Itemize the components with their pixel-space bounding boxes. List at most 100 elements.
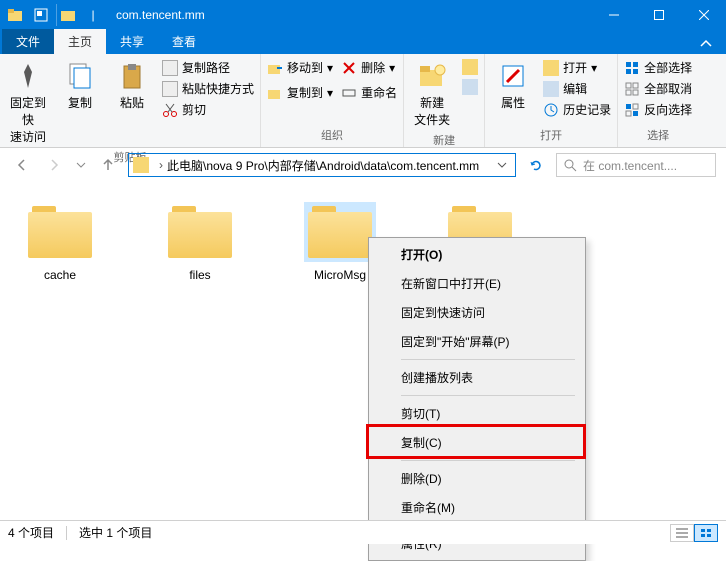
pin-to-quick-access-button[interactable]: 固定到快 速访问 [4,58,52,147]
up-button[interactable] [96,153,120,177]
group-open: 属性 打开 ▾ 编辑 历史记录 打开 [485,54,618,147]
maximize-button[interactable] [636,0,681,30]
pin-icon [12,60,44,92]
select-all-button[interactable]: 全部选择 [622,58,694,77]
group-clipboard: 固定到快 速访问 复制 粘贴 复制路径 粘贴快捷方式 剪切 剪贴板 [0,54,261,147]
qat-properties-button[interactable] [30,4,52,26]
copy-path-button[interactable]: 复制路径 [160,58,256,77]
history-icon [543,102,559,118]
window-title: com.tencent.mm [116,8,205,22]
address-bar: › 在 com.tencent.... [0,148,726,182]
copy-to-button[interactable]: 复制到 ▾ [265,83,335,102]
minimize-button[interactable] [591,0,636,30]
window-controls [591,0,726,30]
folder-icon [24,202,96,262]
rename-icon [341,85,357,101]
chevron-down-icon: ▾ [327,61,333,75]
folder-icon [304,202,376,262]
quick-access-toolbar: | [0,4,108,26]
invert-icon [624,102,640,118]
open-button[interactable]: 打开 ▾ [541,58,613,77]
shortcut-icon [162,81,178,97]
easy-access-icon [462,79,478,95]
new-folder-icon [416,60,448,92]
menu-separator [401,395,575,396]
chevron-down-icon: ▾ [327,86,333,100]
new-item-button[interactable] [460,58,480,76]
copy-button[interactable]: 复制 [56,58,104,113]
menu-item[interactable]: 删除(D) [371,464,583,493]
select-all-icon [624,60,640,76]
group-organize: 移动到 ▾ 复制到 ▾ 删除 ▾ 重命名 组织 [261,54,404,147]
folder-icon [133,157,149,173]
group-label: 组织 [265,125,399,145]
view-toggle [670,524,718,542]
context-menu: 打开(O)在新窗口中打开(E)固定到快速访问固定到"开始"屏幕(P) 创建播放列表… [368,237,586,561]
delete-icon [341,60,357,76]
menu-separator [401,359,575,360]
breadcrumb-separator: › [155,158,167,172]
select-none-icon [624,81,640,97]
folder-label: MicroMsg [314,268,366,282]
delete-button[interactable]: 删除 ▾ [339,58,399,77]
new-folder-button[interactable]: 新建 文件夹 [408,58,456,130]
selection-count: 选中 1 个项目 [79,524,152,541]
divider-icon [66,526,67,540]
chevron-down-icon: ▾ [389,61,395,75]
address-input[interactable] [167,158,493,172]
menu-item[interactable]: 打开(O) [371,240,583,269]
menu-item[interactable]: 固定到"开始"屏幕(P) [371,327,583,356]
easy-access-button[interactable] [460,78,480,96]
folder-item[interactable]: files [150,202,250,282]
group-select: 全部选择 全部取消 反向选择 选择 [618,54,698,147]
menu-item[interactable]: 复制(C) [371,428,583,457]
tab-view[interactable]: 查看 [158,29,210,54]
group-new: 新建 文件夹 新建 [404,54,485,147]
paste-button[interactable]: 粘贴 [108,58,156,113]
paste-shortcut-button[interactable]: 粘贴快捷方式 [160,79,256,98]
menu-item[interactable]: 剪切(T) [371,399,583,428]
history-button[interactable]: 历史记录 [541,100,613,119]
icons-view-button[interactable] [694,524,718,542]
folder-icon [164,202,236,262]
move-icon [267,60,283,76]
invert-selection-button[interactable]: 反向选择 [622,100,694,119]
item-count: 4 个项目 [8,524,54,541]
recent-button[interactable] [74,153,88,177]
tab-home[interactable]: 主页 [54,29,106,54]
paste-icon [116,60,148,92]
properties-button[interactable]: 属性 [489,58,537,113]
back-button[interactable] [10,153,34,177]
group-label: 选择 [622,125,694,145]
tab-file[interactable]: 文件 [2,29,54,54]
forward-button[interactable] [42,153,66,177]
tab-share[interactable]: 共享 [106,29,158,54]
address-box[interactable]: › [128,153,516,177]
move-to-button[interactable]: 移动到 ▾ [265,58,335,77]
menu-separator [401,460,575,461]
group-label: 新建 [408,130,480,150]
menu-item[interactable]: 重命名(M) [371,493,583,522]
details-view-button[interactable] [670,524,694,542]
qat-dropdown-button[interactable] [56,4,78,26]
address-dropdown-button[interactable] [493,160,511,170]
menu-item[interactable]: 在新窗口中打开(E) [371,269,583,298]
folder-label: cache [44,268,76,282]
search-placeholder: 在 com.tencent.... [583,157,677,174]
rename-button[interactable]: 重命名 [339,83,399,102]
select-none-button[interactable]: 全部取消 [622,79,694,98]
qat-separator-icon: | [82,4,104,26]
collapse-ribbon-button[interactable] [694,34,718,54]
search-box[interactable]: 在 com.tencent.... [556,153,716,177]
menu-item[interactable]: 固定到快速访问 [371,298,583,327]
folder-item[interactable]: cache [10,202,110,282]
menu-item[interactable]: 创建播放列表 [371,363,583,392]
folder-view[interactable]: cache files MicroMsg [0,182,726,512]
close-button[interactable] [681,0,726,30]
copy-icon [64,60,96,92]
status-bar: 4 个项目 选中 1 个项目 [0,520,726,544]
refresh-button[interactable] [524,153,548,177]
cut-button[interactable]: 剪切 [160,100,256,119]
chevron-down-icon: ▾ [591,61,597,75]
edit-button[interactable]: 编辑 [541,79,613,98]
